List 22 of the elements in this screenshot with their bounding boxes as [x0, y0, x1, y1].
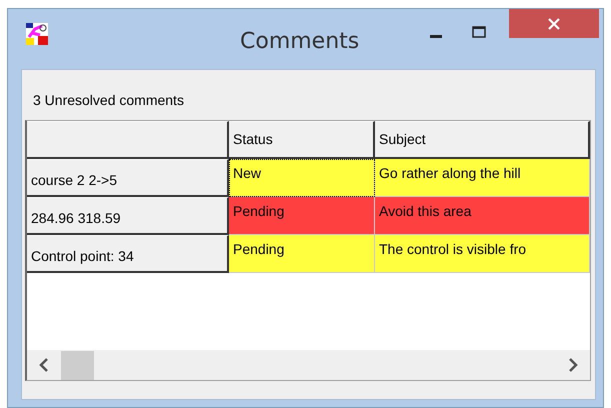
app-icon [26, 23, 48, 45]
status-cell[interactable]: Pending [229, 197, 375, 235]
row-header[interactable]: 284.96 318.59 [27, 197, 229, 235]
close-icon [548, 18, 560, 30]
column-header[interactable] [27, 121, 229, 159]
subject-cell[interactable]: Go rather along the hill [375, 159, 590, 197]
horizontal-scrollbar[interactable] [27, 350, 590, 380]
scroll-left-icon[interactable] [39, 358, 49, 372]
window-title: Comments [240, 29, 360, 54]
scrollbar-thumb[interactable] [61, 350, 94, 380]
subject-cell[interactable]: Avoid this area [375, 197, 590, 235]
row-header[interactable]: Control point: 34 [27, 235, 229, 273]
status-cell[interactable]: Pending [229, 235, 375, 273]
minimize-icon [430, 35, 442, 39]
status-cell[interactable]: New [229, 159, 375, 197]
maximize-icon [472, 26, 486, 38]
column-header[interactable]: Subject [375, 121, 590, 159]
column-header[interactable]: Status [229, 121, 375, 159]
summary-label: 3 Unresolved comments [32, 91, 185, 110]
row-header[interactable]: course 2 2->5 [27, 159, 229, 197]
subject-cell[interactable]: The control is visible fro [375, 235, 590, 273]
scroll-right-icon[interactable] [568, 358, 578, 372]
